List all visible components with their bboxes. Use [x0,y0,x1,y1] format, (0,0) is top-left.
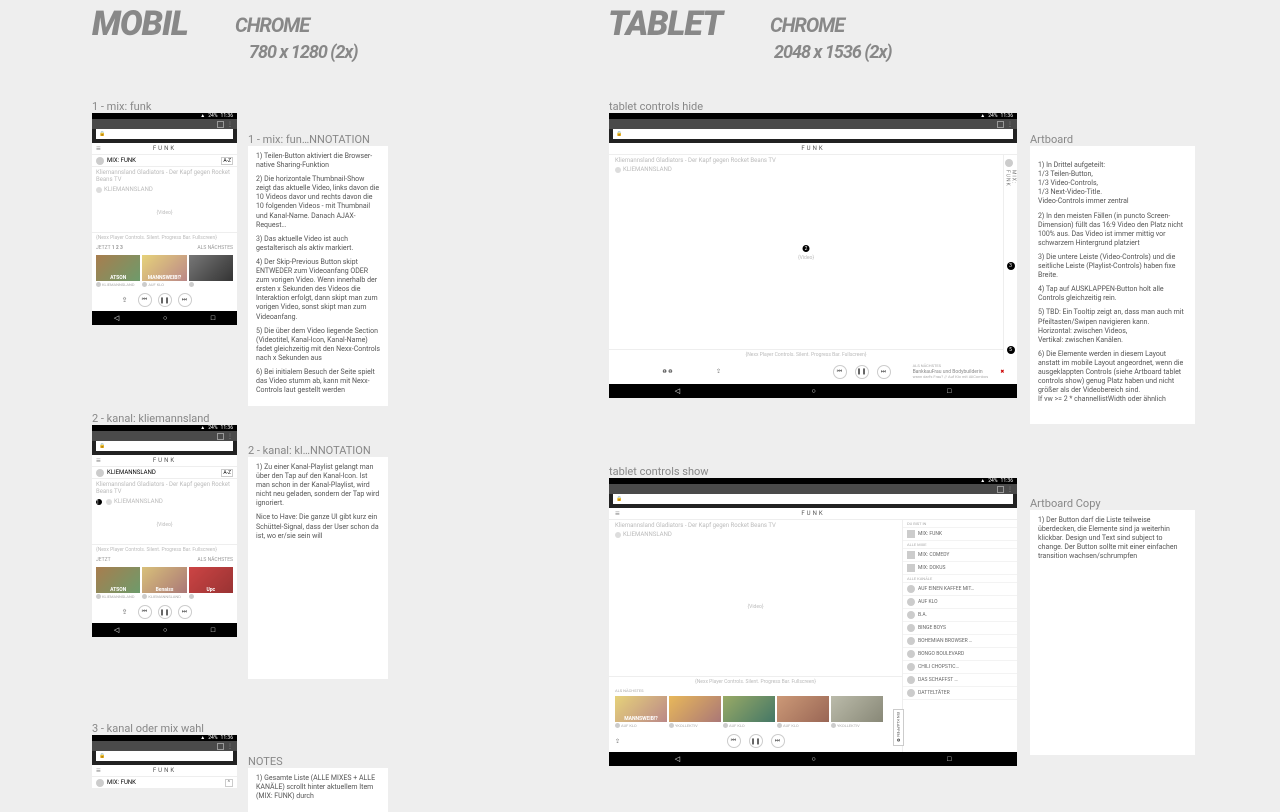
annotation-2: 1) Zu einer Kanal-Playlist gelangt man ü… [248,457,388,679]
video-area[interactable]: {Video} [92,194,237,232]
next-video-info[interactable]: ALS NÄCHSTESBankkauFrau und Bodybuilderi… [910,364,1007,380]
thumb[interactable] [189,255,233,287]
badge-2: 2 [803,245,810,252]
list-item[interactable]: AUF KLO [903,596,1017,609]
brand: FUNK [153,145,176,152]
channel-panel[interactable]: DU BIST IN MIX: FUNK ALLE MIXE MIX: COME… [902,520,1017,752]
annotation-notes: 1) Gesamte Liste (ALLE MIXES + ALLE KANÄ… [248,768,388,812]
list-item[interactable]: B.A. [903,609,1017,622]
artboard-label-t1a: Artboard [1030,133,1073,146]
artboard-label-m1a: 1 - mix: fun…NNOTATION [248,133,370,146]
hamburger-icon[interactable]: ≡ [96,144,101,153]
artboard-label-m2a: 2 - kanal: kl…NNOTATION [248,444,371,457]
app-bar: FUNK [609,143,1017,155]
heading-chrome-tablet: CHROME [770,13,844,37]
thumb-row[interactable]: ATSONKLIEMANNSLAND MANNSWEIB!?AUF KLO [92,253,237,289]
artboard-label-t1: tablet controls hide [609,100,703,113]
video-title: Kliemannsland Gladiators - Der Kapf gege… [92,167,237,185]
az-button[interactable]: A-Z [221,157,233,165]
list-item[interactable]: MIX: FUNK [903,528,1017,541]
badge-icon: 1 [96,499,102,505]
next-button[interactable]: ⏭ [178,293,192,307]
annotation-tablet-1: 1) In Drittel aufgeteilt: 1/3 Teilen-But… [1030,146,1195,424]
list-item[interactable]: BONGO BOULEVARD [903,648,1017,661]
list-item[interactable]: BINGE BOYS [903,622,1017,635]
menu-icon[interactable]: ⋮ [227,121,233,128]
annotation-tablet-2: 1) Der Button darf die Liste teilweise ü… [1030,510,1195,755]
thumb[interactable]: MANNSWEIB!?AUF KLO [142,255,186,287]
lock-icon: 🔒 [99,131,105,137]
close-icon[interactable]: ✖ [1000,369,1004,375]
mix-bar[interactable]: MIX: FUNK A-Z [92,155,237,167]
url-bar[interactable]: 🔒 [96,129,233,139]
side-strip[interactable]: MIX: FUNK 3 5 [1003,155,1017,360]
phone-1: ▲ 24% 11:36 ⋮ 🔒 ≡FUNK MIX: FUNKA-Z Kliem… [92,113,237,325]
video-title: Kliemannsland Gladiators - Der Kapf gege… [609,155,1003,166]
tablet-thumb-row[interactable]: MANNSWEIB!?AUF KLO YKOLLEKTIV AUF KLO AU… [609,694,902,730]
artboard-label-m2: 2 - kanal: kliemannsland [92,412,210,425]
next-button[interactable]: ⏭ [877,365,891,379]
share-button[interactable]: ⇪ [118,293,132,307]
phone-3: ▲ 24% 11:36 ⋮ 🔒 ≡FUNK MIX: FUNK⌃ [92,735,237,789]
controls-note: {Nexx Player Controls. Silent. Progress … [609,349,1003,360]
artboard-label-m1: 1 - mix: funk [92,100,151,113]
artboard-label-m3: 3 - kanal oder mix wahl [92,722,204,735]
badge-3: 3 [1007,262,1015,270]
pause-button[interactable]: ❚❚ [158,293,172,307]
mix-label: MIX: FUNK [107,157,136,164]
list-item[interactable]: CHILI CHOPSTIC… [903,661,1017,674]
recents-icon[interactable]: □ [211,314,215,322]
list-item[interactable]: MIX: DOKUS [903,562,1017,575]
list-item[interactable]: AUF EINEN KAFFEE MIT… [903,583,1017,596]
artboard-label-t2a: Artboard Copy [1030,497,1101,510]
dim-mobil: 780 x 1280 (2x) [249,42,357,63]
prev-button[interactable]: ⏮ [833,365,847,379]
badge-5: 5 [1007,346,1015,354]
list-item[interactable]: DATTELTÄTER [903,687,1017,700]
list-item[interactable]: DAS SCHAFFST … [903,674,1017,687]
tablet-2: ▲ 24% 11:36 ⋮ 🔒 ≡FUNK Kliemannsland Glad… [609,478,1017,766]
home-icon[interactable]: ○ [163,314,167,322]
mix-vertical-label: MIX: FUNK [1005,170,1017,198]
back-icon[interactable]: ◁ [114,314,119,322]
channel-avatar-icon [96,187,102,193]
annotation-1: 1) Teilen-Button aktiviert die Browser-n… [248,146,388,406]
einklappen-button[interactable]: EIN KLAPPEN ❶ [893,709,904,746]
bottom-controls: ❶ ❷ ⇪ ⏮❚❚⏭ ALS NÄCHSTESBankkauFrau und B… [609,360,1017,384]
heading-mobil: MOBIL [92,4,188,44]
artboard-label-notes: NOTES [248,755,283,768]
tablet-1: ▲ 24% 11:36 ⋮ 🔒 FUNK Kliemannsland Gladi… [609,113,1017,398]
jetzt-label: JETZT [96,245,111,251]
controls-note: {Nexx Player Controls. Silent. Progress … [92,232,237,243]
prev-button[interactable]: ⏮ [138,293,152,307]
list-item[interactable]: MIX: COMEDY [903,549,1017,562]
browser-tabs[interactable]: ⋮ [92,119,237,129]
heading-chrome-mobil: CHROME [235,13,309,37]
heading-tablet: TABLET [608,4,722,44]
share-button[interactable]: ⇪ [716,368,721,375]
mix-dot-icon [96,157,104,165]
artboard-label-t2: tablet controls show [609,465,709,478]
kanal-label: KLIEMANNSLAND [107,469,156,476]
thumb[interactable]: ATSONKLIEMANNSLAND [96,255,140,287]
pause-button[interactable]: ❚❚ [855,365,869,379]
channel-row[interactable]: KLIEMANNSLAND [92,185,237,194]
control-row: ⇪ ⏮ ❚❚ ⏭ [92,289,237,311]
app-bar: ≡ FUNK [92,143,237,155]
video-placeholder: {Video} [798,255,814,261]
dim-tablet: 2048 x 1536 (2x) [774,42,891,63]
phone-2: ▲ 24% 11:36 ⋮ 🔒 ≡FUNK KLIEMANNSLANDA-Z K… [92,425,237,637]
next-label: ALS NÄCHSTES [197,245,233,251]
android-nav[interactable]: ◁ ○ □ [92,311,237,325]
tab-count-icon[interactable] [217,121,224,128]
list-item[interactable]: BOHEMIAN BROWSER … [903,635,1017,648]
